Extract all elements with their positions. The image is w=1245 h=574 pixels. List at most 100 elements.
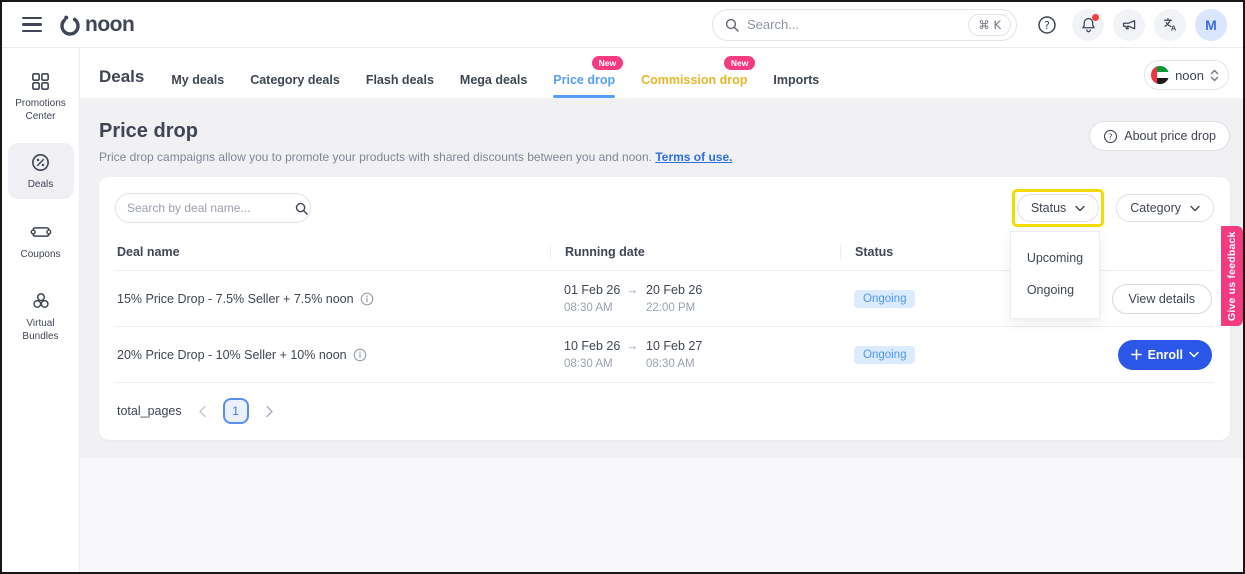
search-icon xyxy=(725,18,739,32)
tab-mega-deals[interactable]: Mega deals xyxy=(460,73,527,87)
arrow-right-icon: → xyxy=(626,339,639,353)
tab-imports[interactable]: Imports xyxy=(773,73,819,87)
header-status: Status xyxy=(840,245,1010,259)
country-selector-label: noon xyxy=(1175,67,1204,83)
tab-commission-drop[interactable]: Commission drop New xyxy=(641,56,756,87)
end-time: 08:30 AM xyxy=(646,358,695,370)
tab-flash-deals[interactable]: Flash deals xyxy=(366,73,434,87)
pagination: total_pages 1 xyxy=(115,383,1214,440)
arrow-right-icon: → xyxy=(626,283,639,297)
start-time: 08:30 AM xyxy=(564,302,613,314)
sidebar-item-deals[interactable]: Deals xyxy=(7,143,74,199)
ticket-icon xyxy=(30,221,52,243)
svg-text:?: ? xyxy=(1109,131,1113,141)
new-badge: New xyxy=(591,56,624,70)
deals-tabbar: Deals My deals Category deals Flash deal… xyxy=(80,48,1243,98)
header-running-date: Running date xyxy=(550,245,840,259)
hamburger-menu-icon[interactable] xyxy=(22,16,42,33)
bundle-icon xyxy=(30,290,52,312)
status-filter-dropdown[interactable]: Status xyxy=(1016,194,1100,222)
country-store-selector[interactable]: noon xyxy=(1144,60,1229,90)
view-details-button[interactable]: View details xyxy=(1111,283,1212,314)
page-number-button[interactable]: 1 xyxy=(222,398,249,424)
plus-icon xyxy=(1130,349,1142,360)
announcements-megaphone-icon[interactable] xyxy=(1113,8,1145,41)
end-date: 20 Feb 26 xyxy=(646,283,703,297)
header-deal-name: Deal name xyxy=(117,245,180,259)
noon-logo-text: noon xyxy=(85,12,135,36)
info-icon[interactable] xyxy=(360,292,374,306)
page-title: Price drop xyxy=(99,120,198,142)
about-price-drop-button[interactable]: ? About price drop xyxy=(1089,121,1230,151)
sidebar-item-virtual-bundles[interactable]: Virtual Bundles xyxy=(8,281,74,350)
page-description: Price drop campaigns allow you to promot… xyxy=(99,150,732,164)
enroll-button[interactable]: Enroll xyxy=(1117,339,1212,370)
category-filter-dropdown[interactable]: Category xyxy=(1116,194,1214,222)
pagination-label: total_pages xyxy=(117,404,182,418)
tab-category-deals[interactable]: Category deals xyxy=(250,73,340,87)
up-down-chevron-icon xyxy=(1210,69,1219,82)
deal-name: 20% Price Drop - 10% Seller + 10% noon xyxy=(117,347,347,362)
give-feedback-tab[interactable]: Give us feedback xyxy=(1221,226,1243,326)
start-time: 08:30 AM xyxy=(564,358,613,370)
sidebar-item-label: Deals xyxy=(27,179,54,190)
status-badge: Ongoing xyxy=(854,346,916,364)
tab-my-deals[interactable]: My deals xyxy=(171,73,224,87)
status-badge: Ongoing xyxy=(854,290,916,308)
sidebar-item-coupons[interactable]: Coupons xyxy=(8,212,74,269)
keyboard-shortcut-badge: ⌘ K xyxy=(968,13,1011,36)
global-search[interactable]: ⌘ K xyxy=(712,8,1017,41)
next-page-button[interactable] xyxy=(265,405,274,418)
deal-search[interactable] xyxy=(115,193,311,223)
user-avatar[interactable]: M xyxy=(1195,8,1227,41)
tabbar-title: Deals xyxy=(99,67,145,86)
sidebar: Promotions Center Deals Coupons Virtual … xyxy=(2,48,80,572)
sidebar-item-promotions-center[interactable]: Promotions Center xyxy=(8,62,74,130)
status-dropdown-menu: Upcoming Ongoing xyxy=(1009,231,1100,319)
question-circle-icon: ? xyxy=(1103,129,1118,144)
sidebar-item-label: Promotions Center xyxy=(15,98,66,122)
status-highlight-box: Status xyxy=(1011,189,1105,227)
end-date: 10 Feb 27 xyxy=(646,339,703,353)
noon-logo-icon xyxy=(58,13,82,37)
topbar: noon ⌘ K ? A M xyxy=(2,2,1243,48)
start-date: 10 Feb 26 xyxy=(564,339,621,353)
sidebar-item-label: Virtual Bundles xyxy=(22,318,59,342)
tab-label: Price drop xyxy=(553,73,616,87)
noon-logo[interactable]: noon xyxy=(58,12,135,37)
page-description-text: Price drop campaigns allow you to promot… xyxy=(99,150,652,164)
tab-label: Commission drop xyxy=(641,73,748,87)
chevron-down-icon xyxy=(1075,205,1085,212)
category-filter-label: Category xyxy=(1130,201,1181,215)
about-button-label: About price drop xyxy=(1124,129,1216,143)
app-window: noon ⌘ K ? A M xyxy=(0,0,1245,574)
info-icon[interactable] xyxy=(353,348,367,362)
enroll-button-label: Enroll xyxy=(1147,347,1183,362)
deal-name: 15% Price Drop - 7.5% Seller + 7.5% noon xyxy=(117,291,354,306)
status-option-ongoing[interactable]: Ongoing xyxy=(1011,274,1099,306)
start-date: 01 Feb 26 xyxy=(564,283,621,297)
status-option-upcoming[interactable]: Upcoming xyxy=(1011,242,1099,274)
status-filter-label: Status xyxy=(1030,201,1067,215)
notification-dot xyxy=(1092,13,1099,21)
table-row: 20% Price Drop - 10% Seller + 10% noon 1… xyxy=(115,327,1214,383)
chevron-down-icon xyxy=(1189,351,1199,358)
global-search-input[interactable] xyxy=(747,17,961,32)
new-badge: New xyxy=(723,56,756,70)
terms-of-use-link[interactable]: Terms of use. xyxy=(655,150,732,164)
translate-icon[interactable]: A xyxy=(1154,8,1186,41)
notifications-bell-icon[interactable] xyxy=(1072,8,1104,41)
svg-text:A: A xyxy=(1170,23,1176,32)
svg-text:?: ? xyxy=(1044,19,1050,32)
end-time: 22:00 PM xyxy=(646,302,696,314)
discount-badge-icon xyxy=(30,152,51,173)
deal-search-button[interactable] xyxy=(293,194,310,222)
uae-flag-icon xyxy=(1151,66,1170,84)
help-icon[interactable]: ? xyxy=(1031,9,1063,41)
tab-price-drop[interactable]: Price drop New xyxy=(553,56,624,98)
deals-card: Status Upcoming Ongoing xyxy=(99,177,1230,440)
chevron-down-icon xyxy=(1190,205,1200,212)
topbar-icons: ? A M xyxy=(1031,8,1227,41)
prev-page-button[interactable] xyxy=(198,405,207,418)
deal-search-input[interactable] xyxy=(116,194,293,222)
